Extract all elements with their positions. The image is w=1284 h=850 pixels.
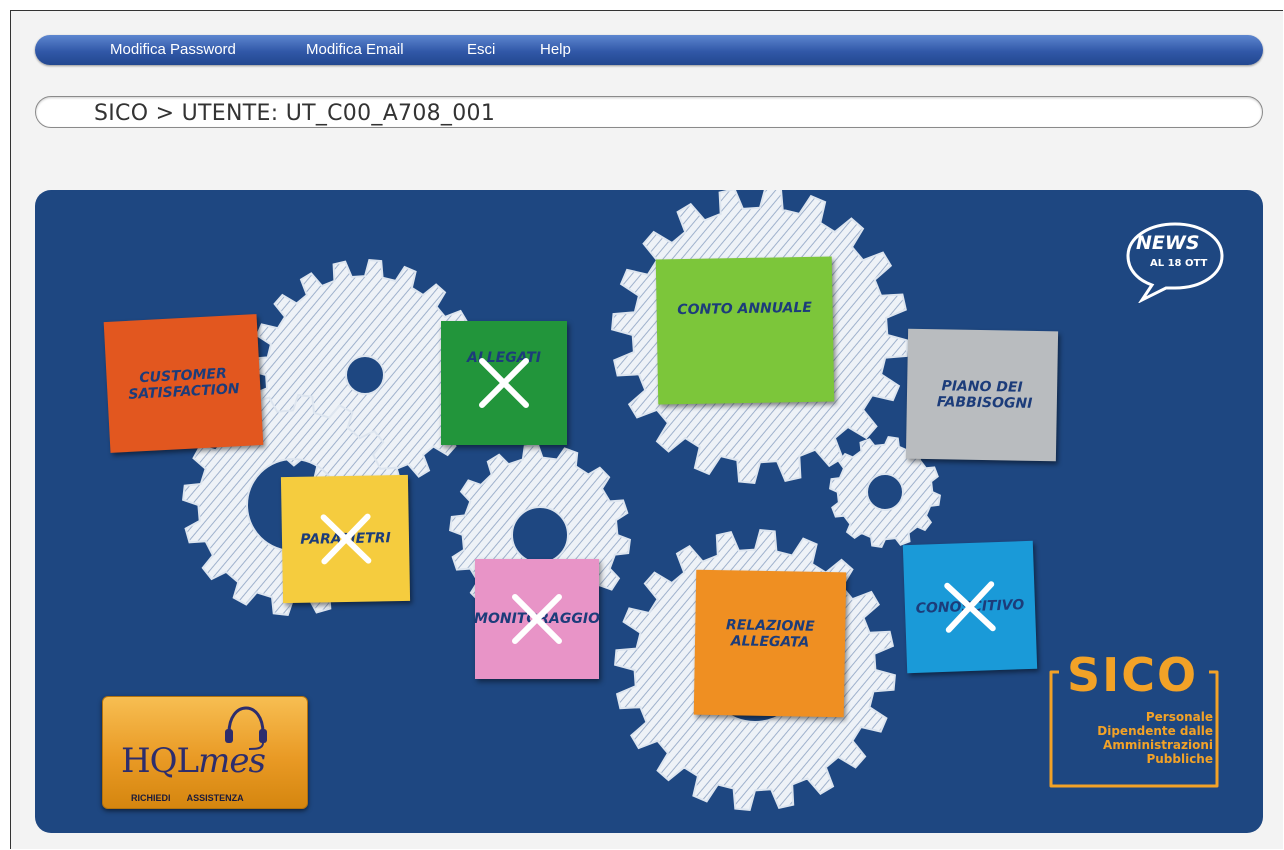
nav-modifica-password-link[interactable]: Modifica Password [110, 41, 236, 58]
nav-esci-link[interactable]: Esci [467, 41, 495, 58]
nav-help-link[interactable]: Help [540, 41, 571, 58]
tile-piano-dei-fabbisogni[interactable]: PIANO DEI FABBISOGNI [905, 328, 1059, 462]
news-title: NEWS [1136, 232, 1200, 254]
tile-label: CONOSCITIVO [915, 597, 1025, 617]
hqlmes-subtitle: RICHIEDI ASSISTENZA [131, 793, 244, 803]
sico-logo: SICO Personale Dipendente dalle Amminist… [1045, 648, 1225, 792]
news-date: AL 18 OTT [1150, 258, 1208, 269]
hqlmes-logo-text: HQLmes [121, 741, 266, 781]
tile-customer-satisfaction[interactable]: CUSTOMER SATISFACTION [103, 314, 264, 453]
tile-relazione-allegata[interactable]: RELAZIONE ALLEGATA [693, 569, 847, 718]
top-nav-bar: Modifica Password Modifica Email Esci He… [35, 35, 1263, 65]
tile-label: PIANO DEI FABBISOGNI [936, 378, 1033, 412]
tile-label: CONTO ANNUALE [677, 299, 813, 318]
news-badge[interactable]: NEWS AL 18 OTT [1120, 218, 1230, 304]
tile-conoscitivo: CONOSCITIVO [902, 540, 1038, 674]
tile-monitoraggio: MONITORAGGIO [474, 559, 600, 679]
sico-logo-name: SICO [1067, 648, 1199, 702]
tile-parametri: PARAMETRI [280, 474, 411, 604]
tile-label: ALLEGATI [467, 350, 541, 366]
sico-logo-description: Personale Dipendente dalle Amministrazio… [1097, 710, 1213, 766]
breadcrumb-text: SICO > UTENTE: UT_C00_A708_001 [94, 101, 496, 126]
tile-allegati: ALLEGATI [441, 321, 567, 445]
nav-modifica-email-link[interactable]: Modifica Email [306, 41, 404, 58]
hqlmes-assistance-button[interactable]: HQLmes RICHIEDI ASSISTENZA [102, 696, 308, 809]
tile-label: RELAZIONE ALLEGATA [725, 616, 815, 651]
tile-label: MONITORAGGIO [474, 611, 600, 627]
main-board: CUSTOMER SATISFACTION ALLEGATI CONTO ANN… [35, 190, 1263, 833]
tile-label: CUSTOMER SATISFACTION [127, 365, 240, 403]
breadcrumb: SICO > UTENTE: UT_C00_A708_001 [35, 96, 1263, 128]
tile-label: PARAMETRI [300, 530, 391, 548]
tile-conto-annuale[interactable]: CONTO ANNUALE [655, 256, 835, 405]
